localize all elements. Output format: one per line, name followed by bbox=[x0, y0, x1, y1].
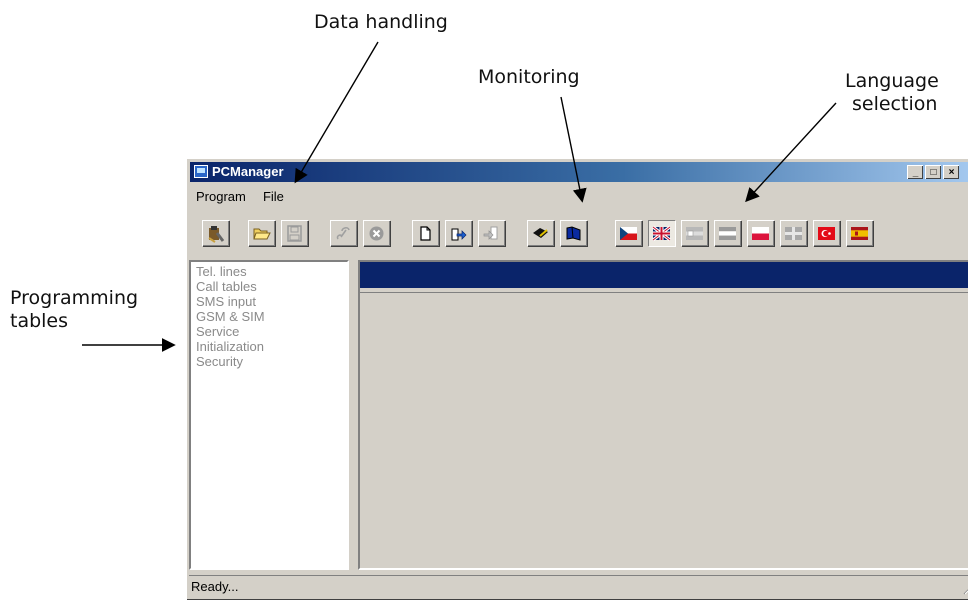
callout-monitoring: Monitoring bbox=[478, 66, 580, 88]
cancel-icon bbox=[369, 226, 384, 241]
cross-flag-icon bbox=[785, 227, 802, 240]
callout-programming-line2: tables bbox=[10, 310, 69, 332]
monitor-write-button[interactable] bbox=[527, 220, 554, 246]
app-icon bbox=[194, 165, 208, 178]
open-button[interactable] bbox=[248, 220, 275, 246]
lang-polish-button[interactable] bbox=[747, 220, 774, 246]
lang-lang6-button[interactable] bbox=[780, 220, 807, 246]
toolbar bbox=[190, 211, 968, 255]
lang-english-button[interactable] bbox=[648, 220, 675, 246]
tree-item-gsm-sim[interactable]: GSM & SIM bbox=[196, 309, 265, 324]
callout-language-line2: selection bbox=[852, 93, 938, 115]
tree-item-security[interactable]: Security bbox=[196, 354, 265, 369]
disconnect-button[interactable] bbox=[363, 220, 390, 246]
programming-tables-pane: Tel. lines Call tables SMS input GSM & S… bbox=[189, 260, 349, 570]
callout-programming-line1: Programming bbox=[10, 287, 139, 309]
flag-icon bbox=[686, 227, 703, 240]
callout-data-handling: Data handling bbox=[314, 11, 448, 33]
new-document-icon bbox=[420, 226, 431, 241]
import-button[interactable] bbox=[478, 220, 505, 246]
lang-spanish-button[interactable] bbox=[846, 220, 873, 246]
lang-turkish-button[interactable] bbox=[813, 220, 840, 246]
content-pane bbox=[358, 260, 968, 570]
floppy-disk-icon bbox=[287, 225, 302, 242]
export-button[interactable] bbox=[445, 220, 472, 246]
turkish-flag-icon bbox=[818, 227, 835, 240]
uk-flag-icon bbox=[652, 225, 671, 242]
tree-item-initialization[interactable]: Initialization bbox=[196, 339, 265, 354]
maximize-button[interactable]: □ bbox=[925, 165, 941, 179]
callout-language-line1: Language bbox=[845, 70, 939, 92]
czech-flag-icon bbox=[620, 227, 637, 240]
spanish-flag-icon bbox=[851, 227, 868, 240]
lang-german-button[interactable] bbox=[681, 220, 708, 246]
title-bar[interactable]: PCManager _ □ × bbox=[190, 162, 968, 182]
status-text: Ready... bbox=[191, 579, 239, 594]
window-title: PCManager bbox=[212, 164, 284, 179]
programming-tables-list: Tel. lines Call tables SMS input GSM & S… bbox=[196, 264, 265, 369]
program-settings-button[interactable] bbox=[202, 220, 229, 246]
monitor-read-button[interactable] bbox=[560, 220, 587, 246]
tree-item-sms-input[interactable]: SMS input bbox=[196, 294, 265, 309]
pcmanager-window: PCManager _ □ × Program File Tel. lines … bbox=[186, 158, 968, 600]
tree-item-call-tables[interactable]: Call tables bbox=[196, 279, 265, 294]
import-icon bbox=[483, 226, 498, 240]
content-area bbox=[360, 292, 968, 568]
export-icon bbox=[451, 228, 467, 241]
lang-lang4-button[interactable] bbox=[714, 220, 741, 246]
status-bar: Ready... bbox=[189, 575, 968, 597]
menu-file[interactable]: File bbox=[257, 187, 290, 206]
connect-button[interactable] bbox=[330, 220, 357, 246]
resize-grip-icon[interactable] bbox=[961, 583, 968, 595]
close-button[interactable]: × bbox=[943, 165, 959, 179]
pencil-book-icon bbox=[533, 228, 548, 238]
folder-open-icon bbox=[253, 228, 271, 240]
menu-program[interactable]: Program bbox=[190, 187, 252, 206]
new-file-button[interactable] bbox=[412, 220, 439, 246]
save-button[interactable] bbox=[281, 220, 308, 246]
menu-bar: Program File bbox=[190, 186, 290, 206]
tree-item-tel-lines[interactable]: Tel. lines bbox=[196, 264, 265, 279]
tree-item-service[interactable]: Service bbox=[196, 324, 265, 339]
minimize-button[interactable]: _ bbox=[907, 165, 923, 179]
link-icon bbox=[336, 226, 350, 240]
flag-icon bbox=[719, 227, 736, 240]
book-icon bbox=[566, 226, 581, 241]
polish-flag-icon bbox=[752, 227, 769, 240]
tools-icon bbox=[208, 226, 225, 243]
content-header-bar bbox=[360, 262, 968, 288]
lang-czech-button[interactable] bbox=[615, 220, 642, 246]
